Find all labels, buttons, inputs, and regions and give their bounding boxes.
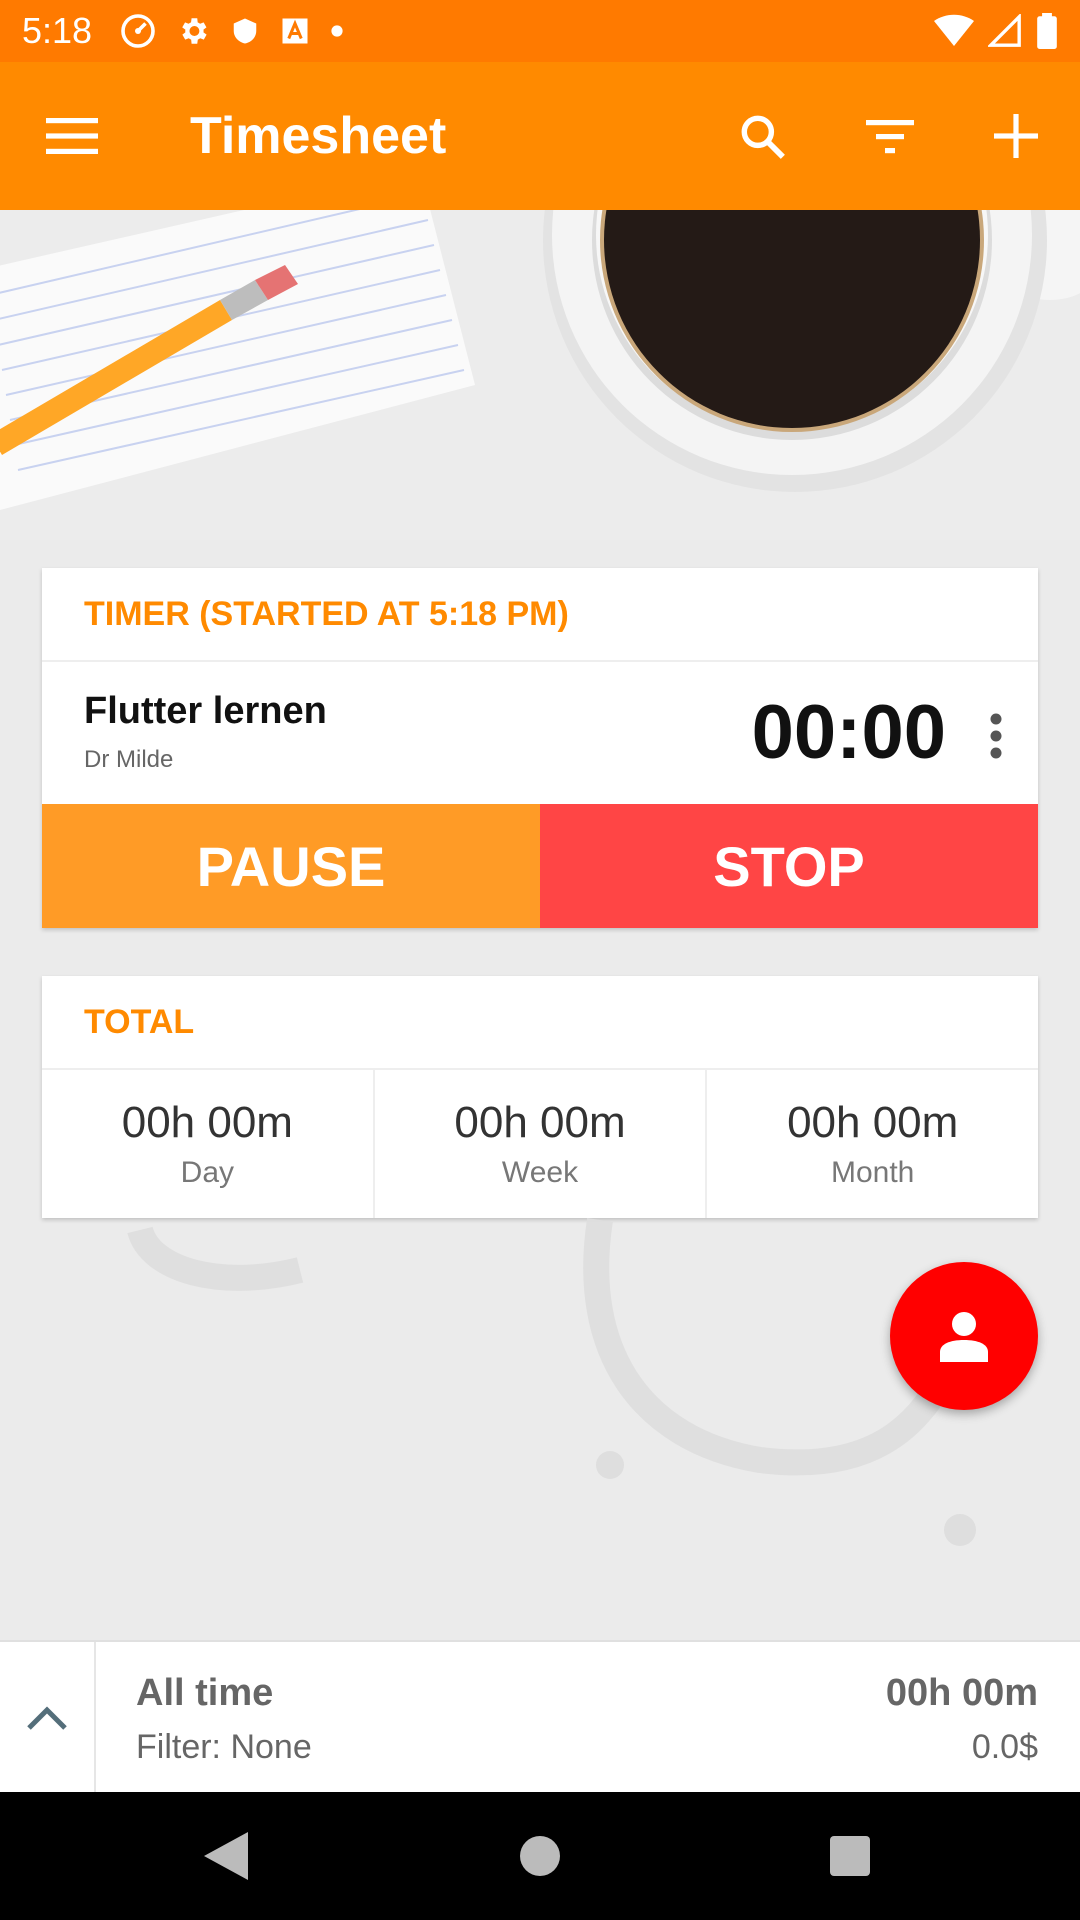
summary-period: All time xyxy=(136,1672,274,1714)
menu-icon xyxy=(46,118,98,154)
total-label: Day xyxy=(180,1156,235,1189)
totals-row: 00h 00m Day 00h 00m Week 00h 00m Month xyxy=(42,1070,1038,1218)
timer-elapsed: 00:00 xyxy=(751,690,946,775)
menu-button[interactable] xyxy=(32,96,112,176)
person-icon xyxy=(940,1312,988,1362)
total-value: 00h 00m xyxy=(787,1098,959,1147)
recents-icon xyxy=(830,1836,870,1876)
timer-card: TIMER (STARTED AT 5:18 PM) Flutter lerne… xyxy=(42,568,1038,928)
status-time: 5:18 xyxy=(22,10,93,51)
task-client: Dr Milde xyxy=(84,746,174,773)
status-bar: 5:18 xyxy=(0,0,1080,62)
notepad-image xyxy=(0,210,475,510)
search-icon xyxy=(741,115,785,159)
font-icon xyxy=(282,18,308,44)
chevron-up-icon xyxy=(27,1706,67,1730)
back-icon xyxy=(204,1832,248,1880)
task-name: Flutter lernen xyxy=(84,690,327,732)
filter-button[interactable] xyxy=(850,96,930,176)
search-button[interactable] xyxy=(722,96,802,176)
total-value: 00h 00m xyxy=(121,1098,293,1147)
desk-illustration xyxy=(0,210,1080,510)
wifi-icon xyxy=(934,14,974,46)
speedometer-icon xyxy=(121,14,155,48)
coffee-cup-image xyxy=(543,210,1080,492)
add-button[interactable] xyxy=(976,96,1056,176)
header-illustration xyxy=(0,210,1080,540)
status-icons-right xyxy=(934,12,1058,50)
client-fab[interactable] xyxy=(890,1262,1038,1410)
cell-signal-icon xyxy=(988,14,1021,47)
totals-card: TOTAL 00h 00m Day 00h 00m Week 00h 00m M… xyxy=(42,976,1038,1218)
dot-icon xyxy=(331,25,343,37)
home-icon xyxy=(520,1836,560,1876)
home-button[interactable] xyxy=(508,1824,572,1888)
summary-total: 00h 00m xyxy=(885,1672,1038,1714)
recents-button[interactable] xyxy=(818,1824,882,1888)
more-options-button[interactable] xyxy=(972,706,1020,766)
navigation-bar xyxy=(0,1792,1080,1920)
total-label: Week xyxy=(501,1156,579,1189)
gear-icon xyxy=(182,18,207,44)
timer-card-header: TIMER (STARTED AT 5:18 PM) xyxy=(42,568,1038,662)
total-day: 00h 00m Day xyxy=(42,1070,375,1218)
battery-icon xyxy=(1037,13,1057,49)
timer-actions: PAUSE STOP xyxy=(42,804,1038,928)
back-button[interactable] xyxy=(194,1824,258,1888)
pause-button[interactable]: PAUSE xyxy=(42,804,540,928)
app-bar: Timesheet xyxy=(0,62,1080,210)
total-week: 00h 00m Week xyxy=(375,1070,708,1218)
totals-card-header: TOTAL xyxy=(42,976,1038,1070)
page-title: Timesheet xyxy=(190,107,447,165)
summary-bar[interactable]: All time Filter: None 00h 00m 0.0$ xyxy=(0,1640,1080,1794)
timer-entry[interactable]: Flutter lernen Dr Milde 00:00 xyxy=(42,662,1038,804)
status-icons-left xyxy=(120,12,344,50)
shield-icon xyxy=(233,18,257,44)
total-label: Month xyxy=(830,1156,915,1189)
summary-amount: 0.0$ xyxy=(971,1728,1038,1766)
filter-icon xyxy=(866,120,914,154)
total-month: 00h 00m Month xyxy=(707,1070,1038,1218)
total-value: 00h 00m xyxy=(454,1098,626,1147)
stop-button[interactable]: STOP xyxy=(540,804,1038,928)
more-vert-icon xyxy=(990,713,1002,759)
expand-button[interactable] xyxy=(0,1642,96,1794)
add-icon xyxy=(994,114,1038,158)
summary-filter: Filter: None xyxy=(136,1728,312,1766)
